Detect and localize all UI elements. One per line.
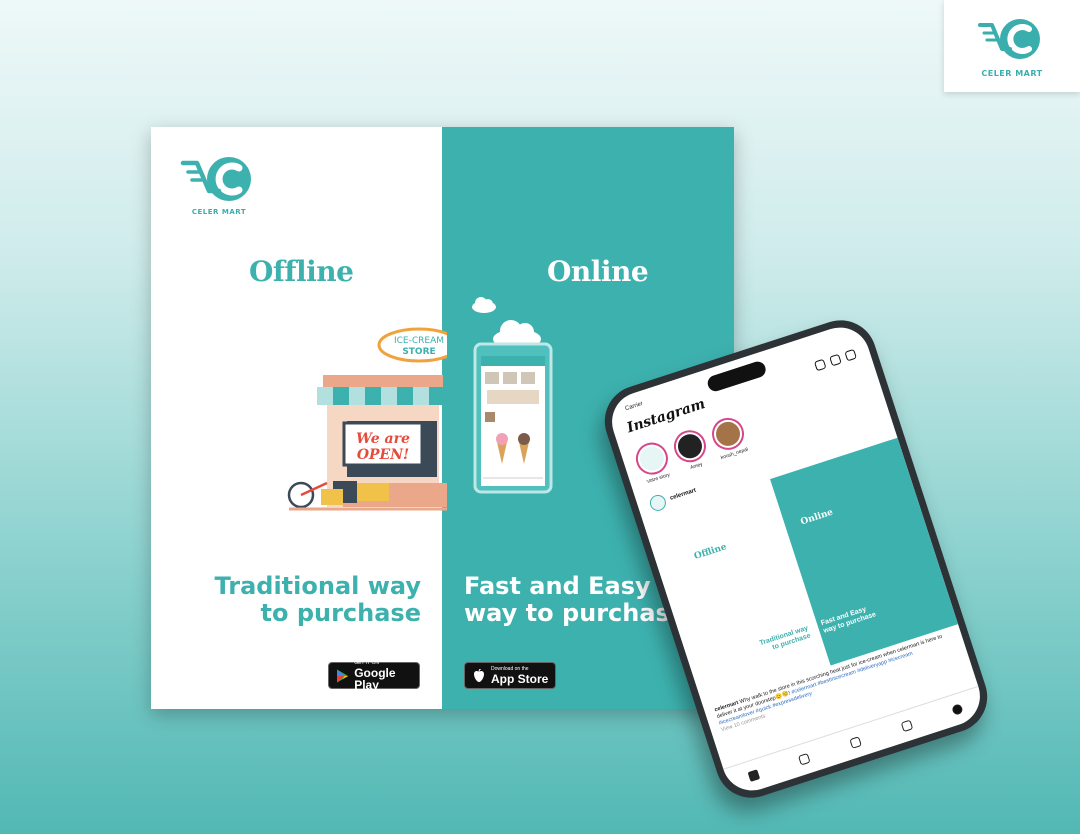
avatar xyxy=(647,492,668,514)
reels-icon[interactable] xyxy=(849,736,862,749)
instagram-header-icons xyxy=(813,348,857,372)
direct-message-icon[interactable] xyxy=(844,348,857,362)
story-name: Amey xyxy=(689,461,704,472)
ice-cream-store-illustration: We are OPEN! ICE-CREAM STORE xyxy=(287,327,447,511)
store-sign-line2: STORE xyxy=(402,347,435,357)
dynamic-island xyxy=(705,359,768,394)
celer-mart-logo-icon xyxy=(978,18,1040,59)
google-play-icon xyxy=(337,668,349,683)
poster-brand-name: CELER MART xyxy=(191,208,247,216)
story-item[interactable]: koush_nepal xyxy=(707,413,751,462)
offline-tagline: Traditional way to purchase xyxy=(211,572,422,627)
open-sign-line1: We are xyxy=(356,431,410,447)
story-item[interactable]: Votre story xyxy=(631,438,675,486)
app-store-small-text: Download on the xyxy=(491,665,529,672)
apple-icon xyxy=(474,668,484,682)
shop-icon[interactable] xyxy=(900,719,913,733)
google-play-badge[interactable]: GET IT ON Google Play xyxy=(328,659,420,692)
open-sign-line2: OPEN! xyxy=(357,447,409,463)
phone-mockup: Carrier Instagram Votre story Amey koush… xyxy=(595,310,997,808)
brand-name: CELER MART xyxy=(981,68,1043,78)
offline-tagline-line2: to purchase xyxy=(260,599,422,627)
store-sign-line1: ICE-CREAM xyxy=(394,336,444,346)
mobile-app-illustration xyxy=(473,342,553,494)
google-play-big-text: Google Play xyxy=(354,665,396,692)
celer-mart-logo-icon xyxy=(180,157,251,201)
corner-brand-logo: CELER MART xyxy=(944,0,1080,92)
status-carrier: Carrier xyxy=(624,400,644,413)
search-icon[interactable] xyxy=(798,752,811,766)
profile-icon[interactable] xyxy=(951,703,964,716)
story-avatar xyxy=(669,426,711,467)
poster-logo: CELER MART xyxy=(179,153,259,216)
offline-tagline-line1: Traditional way xyxy=(214,572,422,600)
add-post-icon[interactable] xyxy=(813,358,827,372)
heart-icon[interactable] xyxy=(829,353,842,367)
online-heading: Online xyxy=(547,255,649,288)
online-tagline-line2: way to purchase xyxy=(464,599,687,627)
post-username: celermart xyxy=(669,487,697,502)
app-store-big-text: App Store xyxy=(491,671,549,686)
home-icon[interactable] xyxy=(747,769,760,782)
phone-screen: Carrier Instagram Votre story Amey koush… xyxy=(604,319,988,799)
app-store-badge[interactable]: Download on the App Store xyxy=(464,662,556,689)
story-item[interactable]: Amey xyxy=(669,426,713,474)
google-play-small-text: GET IT ON xyxy=(354,659,380,666)
offline-heading: Offline xyxy=(249,255,354,288)
